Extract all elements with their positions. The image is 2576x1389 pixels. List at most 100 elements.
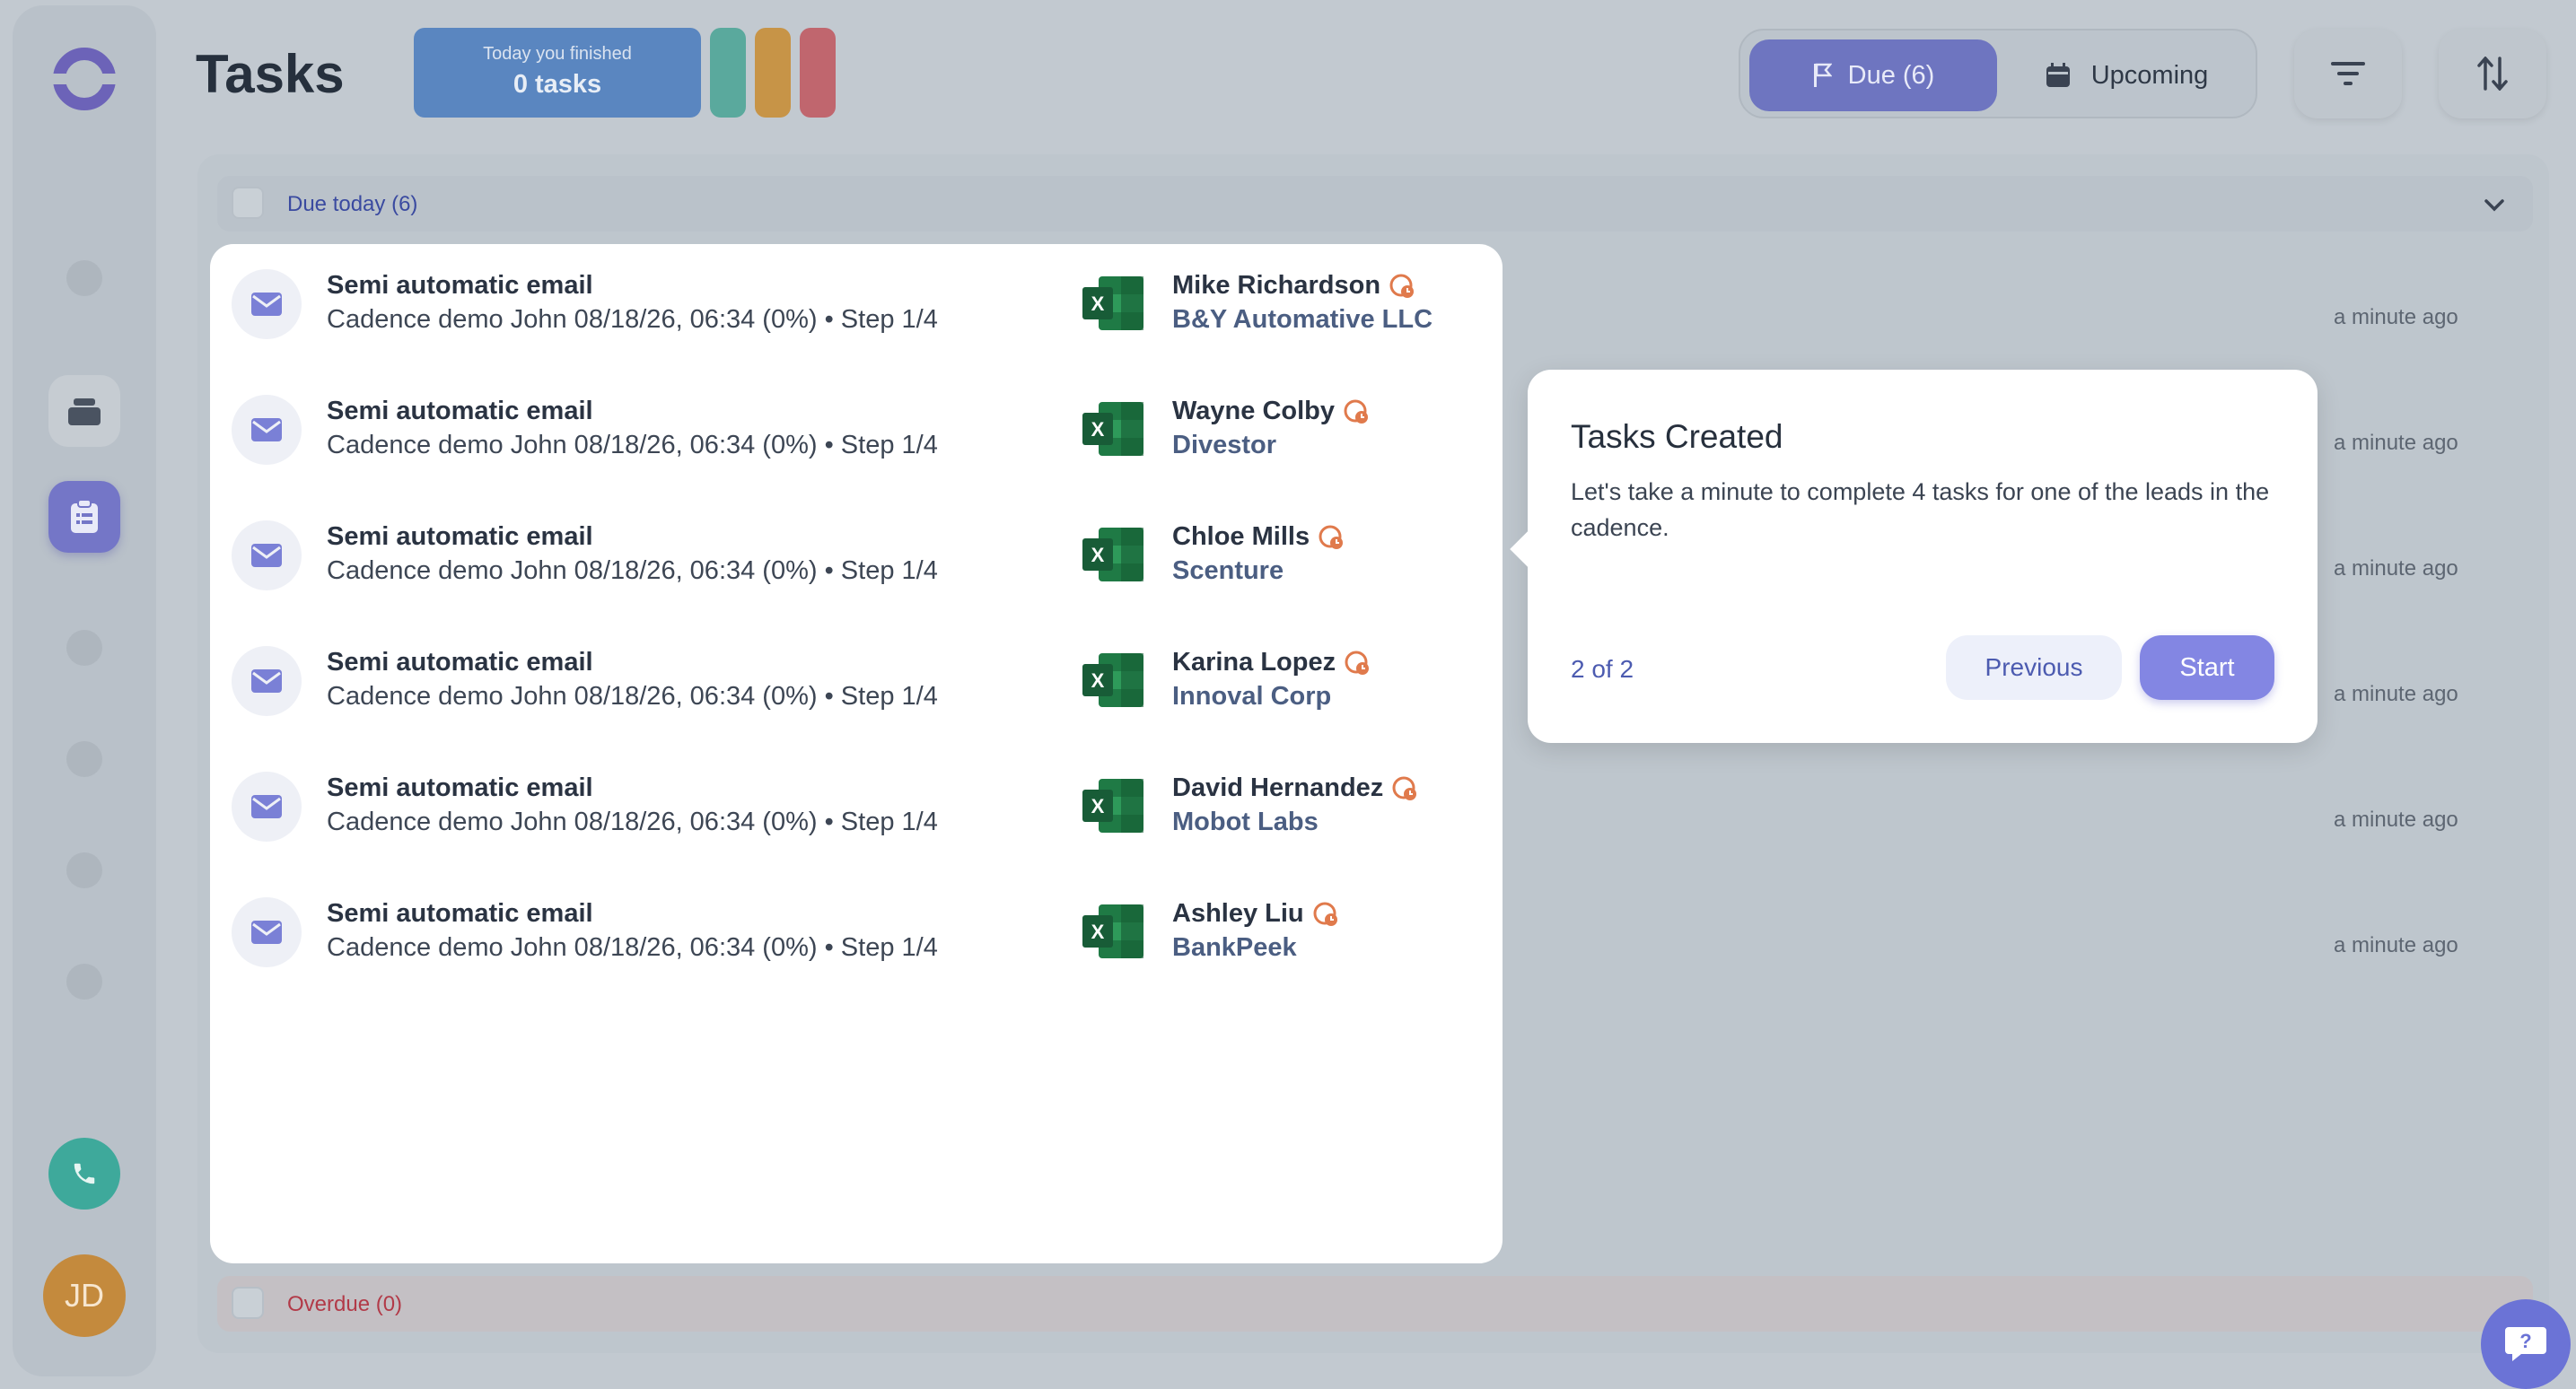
task-row[interactable]: Semi automatic email Cadence demo John 0… (210, 251, 1503, 350)
globe-clock-icon (1344, 399, 1369, 424)
mail-icon (232, 646, 302, 716)
tab-due[interactable]: Due (6) (1749, 39, 1997, 111)
task-title: Semi automatic email (327, 522, 593, 551)
calendar-icon (2046, 63, 2070, 87)
overdue-select-all-checkbox[interactable] (232, 1287, 264, 1319)
finished-label: Today you finished (483, 44, 632, 64)
lead-name-text: Mike Richardson (1172, 271, 1381, 300)
finished-summary[interactable]: Today you finished 0 tasks (414, 28, 701, 118)
due-today-select-all-checkbox[interactable] (232, 187, 264, 219)
task-subtitle: Cadence demo John 08/18/26, 06:34 (0%) •… (327, 682, 938, 711)
tab-upcoming[interactable]: Upcoming (2010, 39, 2243, 111)
avatar[interactable]: JD (43, 1254, 126, 1337)
globe-clock-icon (1389, 274, 1415, 298)
task-time: a minute ago (2334, 556, 2458, 581)
task-filter-tabs: Due (6) Upcoming (1739, 29, 2257, 118)
task-row[interactable]: Semi automatic email Cadence demo John 0… (210, 754, 1503, 852)
mail-icon (232, 269, 302, 339)
task-time: a minute ago (2334, 933, 2458, 957)
task-row[interactable]: Semi automatic email Cadence demo John 0… (210, 502, 1503, 601)
sidebar-item-placeholder[interactable] (66, 964, 102, 1000)
due-today-section-header[interactable] (217, 176, 2533, 232)
mail-icon (232, 395, 302, 465)
task-title: Semi automatic email (327, 271, 593, 300)
progress-pill-teal[interactable] (710, 28, 746, 118)
globe-clock-icon (1313, 902, 1337, 926)
highlighted-task-list: Semi automatic email Cadence demo John 0… (210, 244, 1503, 1263)
task-row[interactable]: Semi automatic email Cadence demo John 0… (210, 879, 1503, 978)
excel-icon: X (1082, 904, 1143, 958)
page-title: Tasks (196, 44, 345, 104)
sidebar-item-placeholder[interactable] (66, 741, 102, 777)
svg-text:X: X (1091, 669, 1105, 692)
tab-due-label: Due (6) (1847, 60, 1935, 90)
excel-icon: X (1082, 402, 1143, 456)
excel-icon: X (1082, 653, 1143, 707)
globe-clock-icon (1345, 651, 1370, 675)
popover-title: Tasks Created (1571, 418, 1783, 455)
sort-button[interactable] (2439, 29, 2546, 118)
lead-name[interactable]: Mike Richardson (1172, 271, 1415, 301)
lead-company[interactable]: BankPeek (1172, 933, 1297, 963)
lead-company[interactable]: Scenture (1172, 556, 1284, 586)
task-title: Semi automatic email (327, 397, 593, 425)
popover-body: Let's take a minute to complete 4 tasks … (1571, 478, 2270, 541)
sidebar-item-placeholder[interactable] (66, 260, 102, 296)
phone-icon (74, 1163, 95, 1184)
task-time: a minute ago (2334, 682, 2458, 706)
phone-button[interactable] (48, 1138, 120, 1210)
lead-name[interactable]: Karina Lopez (1172, 648, 1370, 677)
svg-text:X: X (1091, 418, 1105, 441)
inbox-icon (68, 398, 101, 425)
sidebar-item-placeholder[interactable] (66, 852, 102, 888)
task-row[interactable]: Semi automatic email Cadence demo John 0… (210, 377, 1503, 476)
globe-clock-icon (1392, 776, 1417, 800)
task-title: Semi automatic email (327, 773, 593, 802)
task-subtitle: Cadence demo John 08/18/26, 06:34 (0%) •… (327, 431, 938, 459)
excel-icon: X (1082, 528, 1143, 581)
svg-text:X: X (1091, 544, 1105, 566)
lead-name-text: Chloe Mills (1172, 522, 1310, 551)
task-row[interactable]: Semi automatic email Cadence demo John 0… (210, 628, 1503, 727)
lead-name-text: Wayne Colby (1172, 397, 1336, 425)
task-time: a minute ago (2334, 431, 2458, 455)
sidebar-item-inbox[interactable] (48, 375, 120, 447)
svg-text:X: X (1091, 795, 1105, 817)
lead-company[interactable]: Mobot Labs (1172, 808, 1319, 837)
clipboard-icon (71, 499, 98, 533)
lead-name[interactable]: Ashley Liu (1172, 899, 1338, 929)
lead-name-text: Ashley Liu (1172, 899, 1304, 928)
sidebar-item-placeholder[interactable] (66, 630, 102, 666)
svg-text:X: X (1091, 293, 1105, 315)
previous-button[interactable]: Previous (1946, 635, 2122, 700)
lead-company[interactable]: Innoval Corp (1172, 682, 1331, 712)
sidebar-item-tasks[interactable] (48, 481, 120, 553)
help-chat-button[interactable]: ? (2481, 1299, 2571, 1389)
lead-name[interactable]: Chloe Mills (1172, 522, 1344, 552)
globe-clock-icon (1319, 525, 1344, 549)
help-chat-icon: ? (2505, 1327, 2546, 1361)
app-logo[interactable] (48, 43, 120, 115)
chevron-down-icon[interactable] (2481, 192, 2508, 219)
excel-icon: X (1082, 276, 1143, 330)
task-time: a minute ago (2334, 305, 2458, 329)
filter-button[interactable] (2294, 29, 2402, 118)
task-subtitle: Cadence demo John 08/18/26, 06:34 (0%) •… (327, 305, 938, 334)
lead-name[interactable]: David Hernandez (1172, 773, 1417, 803)
task-title: Semi automatic email (327, 648, 593, 677)
lead-name-text: Karina Lopez (1172, 648, 1336, 677)
task-subtitle: Cadence demo John 08/18/26, 06:34 (0%) •… (327, 556, 938, 585)
overdue-section-header[interactable] (217, 1276, 2533, 1332)
tab-upcoming-label: Upcoming (2090, 60, 2209, 90)
lead-name-text: David Hernandez (1172, 773, 1384, 802)
lead-company[interactable]: Divestor (1172, 431, 1276, 460)
start-button[interactable]: Start (2140, 635, 2274, 700)
task-subtitle: Cadence demo John 08/18/26, 06:34 (0%) •… (327, 933, 938, 962)
lead-name[interactable]: Wayne Colby (1172, 397, 1369, 426)
progress-pill-red[interactable] (800, 28, 836, 118)
sort-icon (2477, 57, 2508, 91)
lead-company[interactable]: B&Y Automative LLC (1172, 305, 1433, 335)
sidebar: JD (13, 5, 156, 1376)
flag-icon (1813, 63, 1832, 87)
progress-pill-orange[interactable] (755, 28, 791, 118)
